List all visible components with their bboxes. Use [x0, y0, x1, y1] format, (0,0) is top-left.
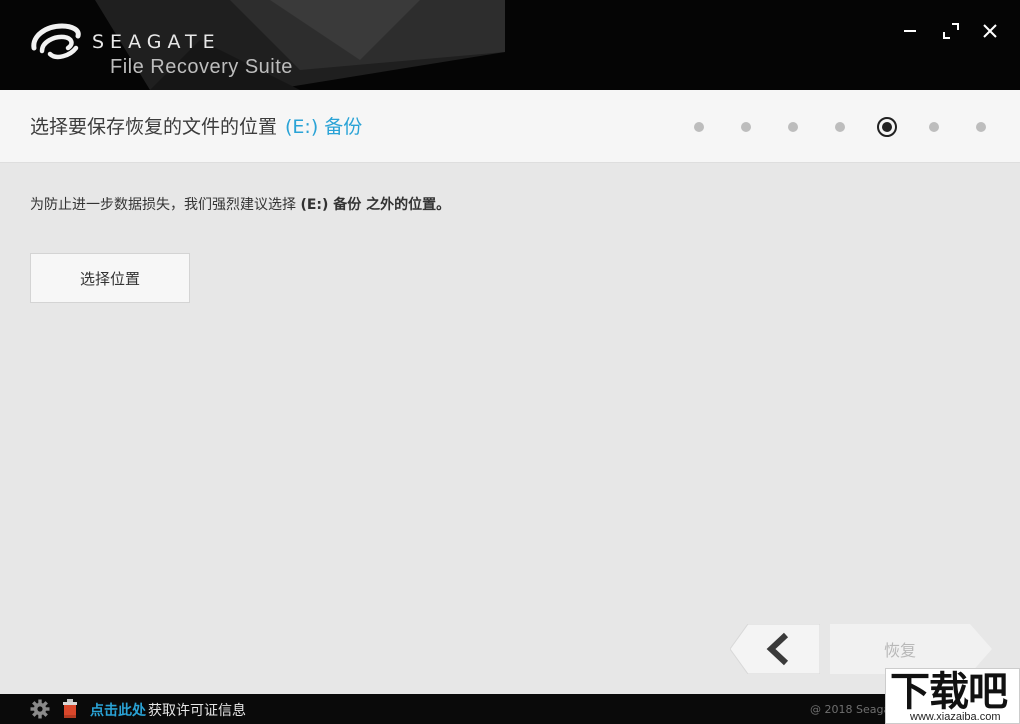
- step-dot-6: [929, 122, 939, 132]
- choose-location-button[interactable]: 选择位置: [30, 253, 190, 303]
- back-button[interactable]: [730, 624, 820, 674]
- step-dot-1: [694, 122, 704, 132]
- notice-bold-text: (E:) 备份 之外的位置。: [300, 197, 451, 213]
- seagate-logo-icon: [31, 23, 81, 60]
- close-button[interactable]: [977, 18, 1003, 44]
- maximize-button[interactable]: [938, 18, 964, 44]
- step-dot-4: [835, 122, 845, 132]
- license-link[interactable]: 点击此处: [90, 703, 146, 719]
- recover-button[interactable]: [830, 624, 992, 674]
- step-dot-5-current: [877, 117, 897, 137]
- minimize-icon: [904, 30, 916, 32]
- brand-name: SEAGATE: [92, 31, 221, 53]
- step-indicator: [690, 117, 1000, 137]
- step-bar: 选择要保存恢复的文件的位置 (E:) 备份: [0, 90, 1020, 163]
- selected-drive-label: (E:) 备份: [285, 116, 363, 138]
- step-dot-7: [976, 122, 986, 132]
- step-dot-3: [788, 122, 798, 132]
- trash-icon[interactable]: [61, 698, 79, 720]
- warning-notice: 为防止进一步数据损失，我们强烈建议选择 (E:) 备份 之外的位置。: [30, 194, 450, 214]
- app-header: SEAGATE File Recovery Suite: [0, 0, 1020, 90]
- step-dot-2: [741, 122, 751, 132]
- close-icon: [983, 24, 997, 38]
- maximize-icon: [943, 23, 959, 39]
- step-title-text: 选择要保存恢复的文件的位置: [30, 116, 278, 138]
- watermark: 下载吧 www.xiazaiba.com: [885, 668, 1020, 724]
- watermark-url: www.xiazaiba.com: [910, 711, 1001, 723]
- license-text: 获取许可证信息: [148, 703, 246, 719]
- copyright-text: @ 2018 Seaga: [810, 703, 891, 716]
- minimize-button[interactable]: [897, 18, 923, 44]
- license-info: 点击此处 获取许可证信息: [90, 700, 246, 720]
- app-footer: 点击此处 获取许可证信息 @ 2018 Seaga: [0, 694, 1020, 724]
- notice-text: 为防止进一步数据损失，我们强烈建议选择: [30, 197, 301, 213]
- step-title: 选择要保存恢复的文件的位置 (E:) 备份: [30, 112, 362, 139]
- watermark-main: 下载吧: [890, 669, 1008, 715]
- product-name: File Recovery Suite: [110, 56, 293, 78]
- gear-icon[interactable]: [30, 699, 50, 719]
